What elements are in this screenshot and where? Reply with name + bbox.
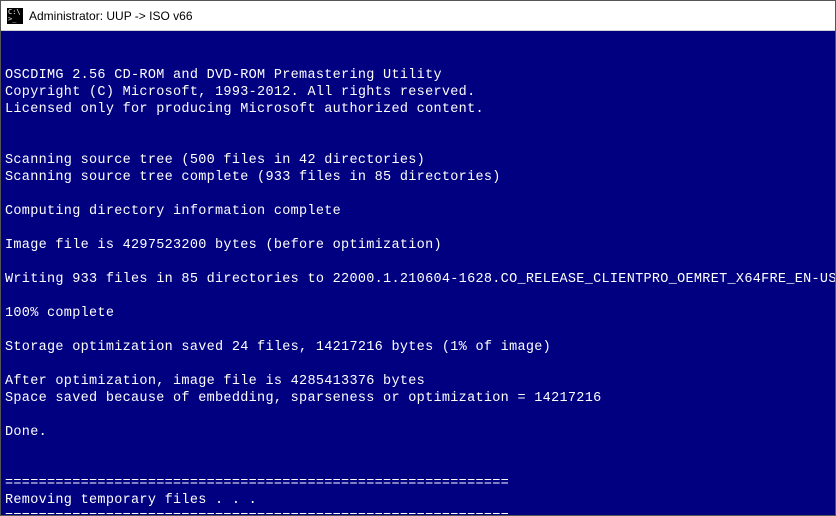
console-line — [5, 322, 831, 339]
console-line: ========================================… — [5, 509, 831, 515]
console-line — [5, 220, 831, 237]
console-line — [5, 186, 831, 203]
console-line — [5, 458, 831, 475]
console-line: Image file is 4297523200 bytes (before o… — [5, 237, 831, 254]
console-line: Writing 933 files in 85 directories to 2… — [5, 271, 831, 288]
console-line: OSCDIMG 2.56 CD-ROM and DVD-ROM Premaste… — [5, 67, 831, 84]
console-line: Scanning source tree complete (933 files… — [5, 169, 831, 186]
console-line — [5, 118, 831, 135]
console-line: Storage optimization saved 24 files, 142… — [5, 339, 831, 356]
console-line — [5, 254, 831, 271]
console-line — [5, 407, 831, 424]
console-line: Copyright (C) Microsoft, 1993-2012. All … — [5, 84, 831, 101]
console-line: After optimization, image file is 428541… — [5, 373, 831, 390]
console-line: Space saved because of embedding, sparse… — [5, 390, 831, 407]
console-line: Licensed only for producing Microsoft au… — [5, 101, 831, 118]
console-line — [5, 288, 831, 305]
console-line: ========================================… — [5, 475, 831, 492]
console-line: Computing directory information complete — [5, 203, 831, 220]
console-line: 100% complete — [5, 305, 831, 322]
console-line — [5, 135, 831, 152]
console-line: Scanning source tree (500 files in 42 di… — [5, 152, 831, 169]
window-title: Administrator: UUP -> ISO v66 — [29, 9, 193, 23]
cmd-icon — [7, 8, 23, 24]
console-line — [5, 356, 831, 373]
console-line — [5, 441, 831, 458]
console-output[interactable]: OSCDIMG 2.56 CD-ROM and DVD-ROM Premaste… — [1, 31, 835, 515]
console-line: Removing temporary files . . . — [5, 492, 831, 509]
window-titlebar[interactable]: Administrator: UUP -> ISO v66 — [1, 1, 835, 31]
console-line: Done. — [5, 424, 831, 441]
